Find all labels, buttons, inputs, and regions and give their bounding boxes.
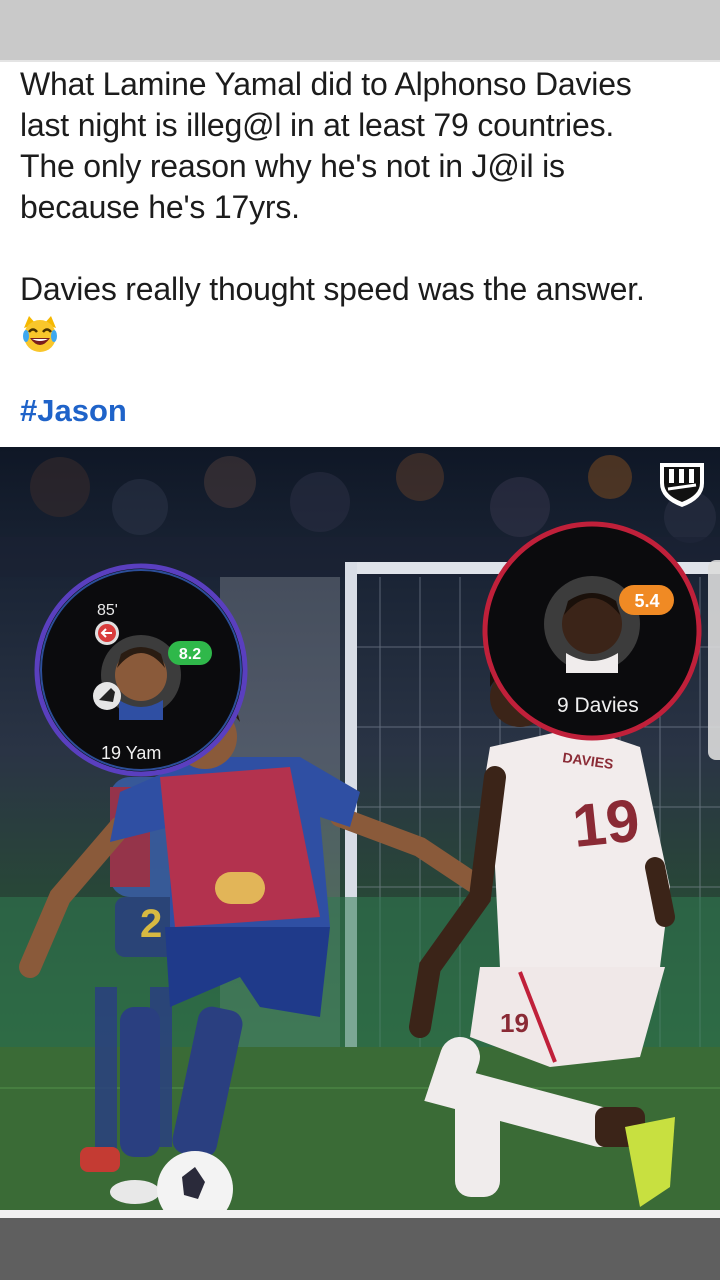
teammate-number: 2	[140, 902, 162, 946]
side-scroll-handle[interactable]	[708, 560, 720, 760]
hashtag-link[interactable]: #Jason	[20, 393, 127, 429]
divider	[0, 1210, 720, 1218]
laughing-crying-cat-icon	[20, 314, 60, 354]
yamal-avatar	[115, 647, 167, 720]
football-scene: 2 19 DAVIES 19 85' 8.2 19 Yam 5.4 9 Davi…	[0, 453, 720, 1210]
davies-shorts-number: 19	[500, 1008, 529, 1038]
status-bar	[0, 0, 720, 60]
davies-player: 19 DAVIES 19	[409, 655, 675, 1207]
davies-rating-card: 5.4 9 Davies	[482, 521, 702, 741]
post-text-line: What Lamine Yamal did to Alphonso Davies	[20, 66, 632, 102]
minute-label: 85'	[97, 602, 118, 619]
post-text-line: Davies really thought speed was the answ…	[20, 271, 645, 307]
davies-shirt-number: 19	[569, 786, 642, 860]
post-image[interactable]: 2 19 DAVIES 19 85' 8.2 19 Yam 5.4 9 Davi…	[0, 447, 720, 1210]
davies-rating: 5.4	[634, 591, 659, 611]
boot-icon	[93, 682, 121, 710]
yamal-label: 19 Yam	[101, 743, 161, 763]
yamal-rating-card: 85' 8.2 19 Yam	[34, 563, 248, 777]
navigation-bar	[0, 1218, 720, 1280]
davies-label: 9 Davies	[557, 694, 639, 717]
post-text: What Lamine Yamal did to Alphonso Davies…	[20, 64, 710, 360]
post-text-line: last night is illeg@l in at least 79 cou…	[20, 107, 615, 143]
yamal-rating: 8.2	[179, 646, 201, 663]
post-text-line: The only reason why he's not in J@il is	[20, 148, 565, 184]
post-text-line: because he's 17yrs.	[20, 189, 300, 225]
davies-avatar	[562, 593, 622, 673]
substitution-icon	[95, 621, 119, 645]
divider	[0, 60, 720, 62]
